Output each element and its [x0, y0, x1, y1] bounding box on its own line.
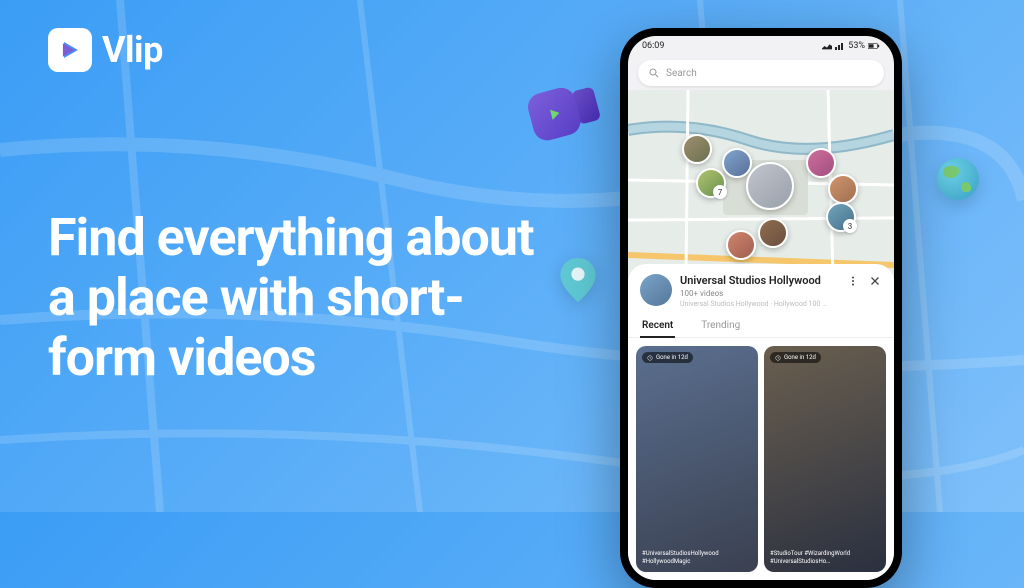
- status-time: 06:09: [642, 41, 664, 51]
- place-subtitle: 100+ videos: [680, 289, 838, 298]
- search-placeholder: Search: [666, 68, 697, 79]
- tab-recent[interactable]: Recent: [640, 314, 675, 337]
- clock-icon: [647, 355, 653, 361]
- video-caption: #UniversalStudiosHollywood #HollywoodMag…: [642, 550, 752, 566]
- status-bar: 06:09 53%: [628, 36, 894, 56]
- map-pin[interactable]: [806, 148, 836, 178]
- clock-icon: [775, 355, 781, 361]
- expiry-badge: Gone in 12d: [642, 352, 693, 363]
- video-card[interactable]: Gone in 12d #StudioTour #WizardingWorld …: [764, 346, 886, 572]
- video-cards: Gone in 12d #UniversalStudiosHollywood #…: [628, 338, 894, 580]
- status-icons: 53%: [822, 41, 880, 51]
- map-pin-main[interactable]: [746, 162, 794, 210]
- sheet-header: Universal Studios Hollywood 100+ videos …: [628, 264, 894, 314]
- search-input[interactable]: Search: [638, 60, 884, 86]
- expiry-badge: Gone in 12d: [770, 352, 821, 363]
- status-battery: 53%: [848, 41, 865, 51]
- pin-badge: 3: [843, 219, 857, 233]
- video-caption: #StudioTour #WizardingWorld #UniversalSt…: [770, 550, 880, 566]
- place-meta: Universal Studios Hollywood · Hollywood …: [680, 300, 838, 308]
- close-icon[interactable]: [868, 274, 882, 288]
- globe-icon: [937, 158, 979, 200]
- bottom-sheet: Universal Studios Hollywood 100+ videos …: [628, 264, 894, 580]
- search-icon: [648, 67, 660, 79]
- map-pin[interactable]: [828, 174, 858, 204]
- map-pin[interactable]: [758, 218, 788, 248]
- map-pin[interactable]: [722, 148, 752, 178]
- headline: Find everything about a place with short…: [48, 208, 568, 387]
- sheet-tabs: Recent Trending: [628, 314, 894, 338]
- brand-name: Vlip: [102, 29, 163, 71]
- play-icon: [48, 28, 92, 72]
- brand-logo: Vlip: [48, 28, 163, 72]
- map-pin[interactable]: [682, 134, 712, 164]
- map-pin[interactable]: 7: [696, 168, 726, 198]
- phone-screen: 06:09 53% Search: [628, 36, 894, 580]
- tab-trending[interactable]: Trending: [699, 314, 742, 337]
- video-card[interactable]: Gone in 12d #UniversalStudiosHollywood #…: [636, 346, 758, 572]
- place-title: Universal Studios Hollywood: [680, 274, 838, 287]
- place-avatar: [640, 274, 672, 306]
- map-pin[interactable]: [726, 230, 756, 260]
- map-pin[interactable]: 3: [826, 202, 856, 232]
- location-pin-icon: [560, 258, 596, 302]
- more-icon[interactable]: [846, 274, 860, 288]
- phone-mockup: 06:09 53% Search: [620, 28, 902, 588]
- map-view[interactable]: 7 3: [628, 90, 894, 278]
- pin-badge: 7: [713, 185, 727, 199]
